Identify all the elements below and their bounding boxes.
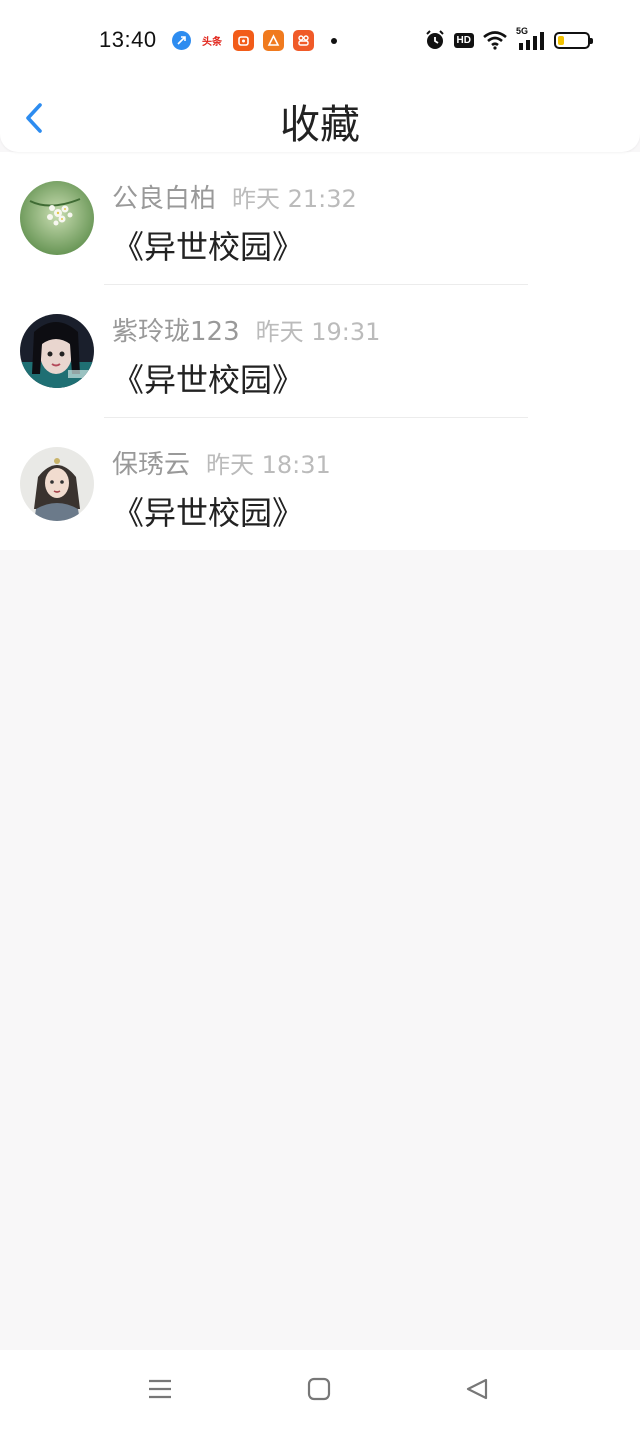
alarm-icon (424, 29, 446, 51)
more-notifications-dot (331, 37, 337, 44)
status-bar: 13:40 头条 HD 5G (0, 0, 640, 80)
header: 收藏 (0, 80, 640, 152)
timestamp: 昨天 18:31 (206, 451, 331, 479)
battery-icon (554, 31, 593, 49)
home-icon (307, 1377, 331, 1401)
battery-level (558, 35, 564, 45)
book-title[interactable]: 《异世校园》 (112, 355, 304, 401)
avatar[interactable] (20, 314, 94, 388)
back-nav-button[interactable] (462, 1374, 492, 1404)
list-item[interactable]: 保琇云 昨天 18:31 《异世校园》 (0, 418, 640, 551)
list-item[interactable]: 紫玲珑123 昨天 19:31 《异世校园》 (0, 285, 640, 418)
signal-icon: 5G (516, 26, 546, 51)
favorites-list: 公良白柏 昨天 21:32 《异世校园》 紫玲珑123 昨天 19:31 《异世… (0, 152, 640, 550)
book-title[interactable]: 《异世校园》 (112, 222, 304, 268)
username[interactable]: 紫玲珑123 (112, 317, 240, 347)
app-icon (233, 30, 254, 51)
avatar[interactable] (20, 181, 94, 255)
item-meta: 紫玲珑123 昨天 19:31 (112, 311, 380, 348)
wifi-icon (482, 30, 508, 50)
browser-icon (172, 31, 191, 50)
system-navbar (0, 1350, 640, 1429)
page-title: 收藏 (280, 102, 360, 148)
system-icons: HD 5G (424, 26, 593, 51)
timestamp: 昨天 21:32 (232, 185, 357, 213)
book-title[interactable]: 《异世校园》 (112, 488, 304, 534)
item-meta: 公良白柏 昨天 21:32 (112, 178, 357, 215)
hd-icon: HD (453, 32, 474, 48)
app-icon (293, 30, 314, 51)
username[interactable]: 公良白柏 (112, 184, 216, 214)
menu-icon (149, 1379, 171, 1399)
list-item[interactable]: 公良白柏 昨天 21:32 《异世校园》 (0, 152, 640, 285)
toutiao-icon: 头条 (200, 30, 224, 51)
home-button[interactable] (304, 1374, 334, 1404)
menu-button[interactable] (145, 1374, 175, 1404)
notification-icons: 头条 (172, 30, 337, 51)
timestamp: 昨天 19:31 (255, 318, 381, 346)
item-meta: 保琇云 昨天 18:31 (112, 444, 331, 481)
top-area: 13:40 头条 HD 5G 收藏 (0, 0, 640, 152)
username[interactable]: 保琇云 (112, 450, 190, 480)
status-time: 13:40 (99, 27, 157, 52)
back-triangle-icon (466, 1378, 488, 1400)
page: 13:40 头条 HD 5G 收藏 公良白柏 昨天 21:32 《异世校园》 紫… (0, 0, 640, 1429)
app-icon (263, 30, 284, 51)
avatar[interactable] (20, 447, 94, 521)
